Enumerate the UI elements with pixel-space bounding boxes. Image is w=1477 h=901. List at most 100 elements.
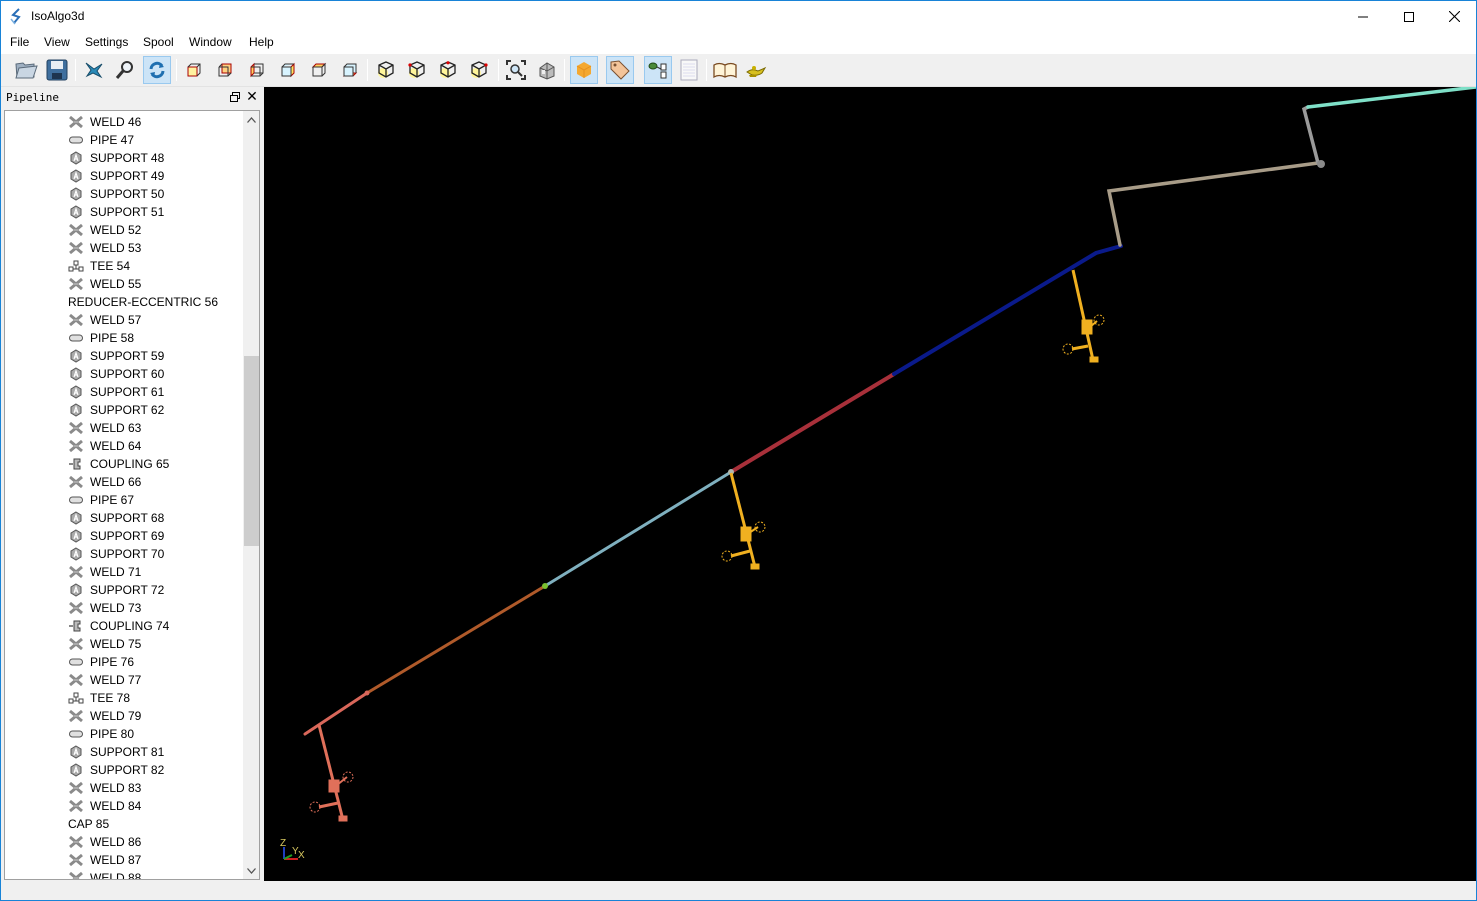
scroll-up-button[interactable] [243, 111, 259, 128]
tree-item-pipe[interactable]: PIPE 47 [5, 131, 243, 149]
tree-item-support[interactable]: SUPPORT 49 [5, 167, 243, 185]
tree-item-support[interactable]: SUPPORT 70 [5, 545, 243, 563]
view-front-button[interactable] [180, 56, 208, 84]
float-panel-icon[interactable] [229, 91, 241, 103]
tree-item-weld[interactable]: WELD 77 [5, 671, 243, 689]
tree-item-pipe[interactable]: PIPE 67 [5, 491, 243, 509]
tree-item-support[interactable]: SUPPORT 68 [5, 509, 243, 527]
tree-item-pipe[interactable]: PIPE 58 [5, 329, 243, 347]
tree-item-weld[interactable]: WELD 52 [5, 221, 243, 239]
tree-item-weld[interactable]: WELD 87 [5, 851, 243, 869]
menu-spool[interactable]: Spool [143, 35, 174, 49]
tree-item-label: WELD 83 [90, 781, 142, 795]
chevron-down-icon [247, 867, 256, 874]
pipe-model-canvas[interactable]: Z Y X [264, 85, 1477, 881]
tree-item-weld[interactable]: WELD 86 [5, 833, 243, 851]
tree-item-weld[interactable]: WELD 75 [5, 635, 243, 653]
rotate-button[interactable] [143, 56, 171, 84]
maximize-button[interactable] [1386, 1, 1432, 32]
tree-item-support[interactable]: SUPPORT 51 [5, 203, 243, 221]
tree-item-pipe[interactable]: PIPE 80 [5, 725, 243, 743]
view-back-button[interactable] [211, 56, 239, 84]
about-button[interactable] [742, 56, 770, 84]
document-button[interactable] [675, 56, 703, 84]
scroll-thumb[interactable] [244, 355, 259, 547]
spool-button[interactable] [644, 56, 672, 84]
save-button[interactable] [43, 56, 71, 84]
tree-item-none[interactable]: CAP 85 [5, 815, 243, 833]
valve-branch-3[interactable] [1062, 269, 1105, 363]
menu-file[interactable]: File [10, 35, 29, 49]
view-top-button[interactable] [305, 56, 333, 84]
scroll-down-button[interactable] [243, 862, 259, 879]
coupling-marker[interactable] [542, 583, 548, 589]
help-book-button[interactable] [711, 56, 739, 84]
tree-item-weld[interactable]: WELD 57 [5, 311, 243, 329]
menu-view[interactable]: View [44, 35, 70, 49]
tree-item-weld[interactable]: WELD 53 [5, 239, 243, 257]
zoom-button[interactable] [111, 56, 139, 84]
fit-all-button[interactable] [502, 56, 530, 84]
valve-branch-1[interactable] [309, 724, 354, 822]
pipe-segment-tan[interactable] [1106, 161, 1320, 247]
tree-item-label: SUPPORT 72 [90, 583, 165, 597]
close-panel-icon[interactable]: ✕ [245, 89, 259, 103]
tree-item-tee[interactable]: TEE 78 [5, 689, 243, 707]
pipe-segment-brown[interactable] [365, 584, 547, 695]
menu-settings[interactable]: Settings [85, 35, 128, 49]
tree-item-coupling[interactable]: COUPLING 65 [5, 455, 243, 473]
pipe-segment-red[interactable] [729, 372, 896, 474]
valve-branch-2[interactable] [721, 472, 766, 570]
close-button[interactable] [1431, 1, 1477, 32]
view-iso-nw-button[interactable] [465, 56, 493, 84]
3d-viewport[interactable]: Z Y X [264, 85, 1477, 881]
tag-button[interactable] [606, 56, 634, 84]
view-iso-se-button[interactable] [403, 56, 431, 84]
tree-item-weld[interactable]: WELD 71 [5, 563, 243, 581]
tree-item-none[interactable]: REDUCER-ECCENTRIC 56 [5, 293, 243, 311]
tree-item-tee[interactable]: TEE 54 [5, 257, 243, 275]
pipe-segment-coral[interactable] [303, 691, 369, 736]
tree-item-weld[interactable]: WELD 66 [5, 473, 243, 491]
tree-item-weld[interactable]: WELD 79 [5, 707, 243, 725]
pipe-segment-lightblue[interactable] [543, 470, 733, 588]
weld-marker[interactable] [364, 690, 370, 696]
tree-item-weld[interactable]: WELD 83 [5, 779, 243, 797]
tree-item-weld[interactable]: WELD 88 [5, 869, 243, 879]
view-iso-ne-button[interactable] [434, 56, 462, 84]
tree-item-support[interactable]: SUPPORT 48 [5, 149, 243, 167]
tree-item-support[interactable]: SUPPORT 82 [5, 761, 243, 779]
tree-item-support[interactable]: SUPPORT 59 [5, 347, 243, 365]
view-iso-sw-button[interactable] [372, 56, 400, 84]
pan-button[interactable] [80, 56, 108, 84]
menu-help[interactable]: Help [249, 35, 274, 49]
view-right-button[interactable] [274, 56, 302, 84]
tree-item-support[interactable]: SUPPORT 72 [5, 581, 243, 599]
tree-item-support[interactable]: SUPPORT 62 [5, 401, 243, 419]
wireframe-button[interactable] [533, 56, 561, 84]
tree-item-weld[interactable]: WELD 84 [5, 797, 243, 815]
tree-item-support[interactable]: SUPPORT 61 [5, 383, 243, 401]
pipe-segment-grey[interactable] [1301, 105, 1320, 165]
tree-item-coupling[interactable]: COUPLING 74 [5, 617, 243, 635]
tree-item-support[interactable]: SUPPORT 69 [5, 527, 243, 545]
tree-vertical-scrollbar[interactable] [243, 111, 259, 879]
tree-item-weld[interactable]: WELD 64 [5, 437, 243, 455]
tree-item-weld[interactable]: WELD 73 [5, 599, 243, 617]
shaded-button[interactable] [570, 56, 598, 84]
pipe-segment-mint[interactable] [1306, 85, 1477, 109]
tree-item-weld[interactable]: WELD 63 [5, 419, 243, 437]
cap-marker[interactable] [1317, 160, 1325, 168]
tree-item-pipe[interactable]: PIPE 76 [5, 653, 243, 671]
tree-item-weld[interactable]: WELD 55 [5, 275, 243, 293]
pipe-segment-navy[interactable] [892, 244, 1123, 376]
tree-item-support[interactable]: SUPPORT 60 [5, 365, 243, 383]
minimize-button[interactable] [1340, 1, 1386, 32]
tree-item-weld[interactable]: WELD 46 [5, 113, 243, 131]
view-bottom-button[interactable] [336, 56, 364, 84]
menu-window[interactable]: Window [189, 35, 232, 49]
open-file-button[interactable] [12, 56, 40, 84]
view-left-button[interactable] [243, 56, 271, 84]
tree-item-support[interactable]: SUPPORT 81 [5, 743, 243, 761]
tree-item-support[interactable]: SUPPORT 50 [5, 185, 243, 203]
